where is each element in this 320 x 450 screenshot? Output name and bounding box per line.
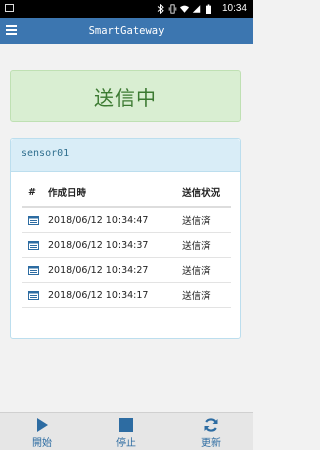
column-header-number: # [22,178,40,208]
wifi-icon [180,5,189,13]
stop-label: 停止 [116,438,136,449]
sensor-panel: sensor01 # 作成日時 送信状況 2018/06/12 10:34:47… [10,138,241,339]
app-title: SmartGateway [88,25,165,37]
list-icon[interactable] [28,215,39,225]
send-history-table: # 作成日時 送信状況 2018/06/12 10:34:47 送信済 2018… [22,178,231,308]
panel-header: sensor01 [11,139,240,172]
sending-status-banner: 送信中 [10,70,241,122]
start-label: 開始 [32,438,52,449]
status-bar: 10:34 [0,0,253,18]
stop-icon [119,418,133,432]
row-created: 2018/06/12 10:34:27 [40,257,175,283]
column-header-created: 作成日時 [40,178,175,208]
bottom-toolbar: 開始 停止 更新 [0,412,253,450]
row-created: 2018/06/12 10:34:37 [40,232,175,258]
vibrate-icon [168,4,177,14]
battery-icon [206,4,211,14]
list-icon[interactable] [28,240,39,250]
bluetooth-icon [157,4,164,14]
row-status: 送信済 [174,232,231,258]
start-button[interactable]: 開始 [22,417,62,449]
list-icon[interactable] [28,290,39,300]
row-status: 送信済 [174,257,231,283]
play-icon [37,418,48,432]
table-header-row: # 作成日時 送信状況 [22,178,231,208]
row-status: 送信済 [174,206,231,233]
row-status: 送信済 [174,282,231,308]
refresh-icon [204,418,218,432]
refresh-button[interactable]: 更新 [191,417,231,449]
stop-button[interactable]: 停止 [106,417,146,449]
table-row[interactable]: 2018/06/12 10:34:17 送信済 [22,282,231,308]
table-row[interactable]: 2018/06/12 10:34:37 送信済 [22,232,231,258]
panel-title: sensor01 [21,148,70,159]
row-created: 2018/06/12 10:34:47 [40,206,175,233]
row-created: 2018/06/12 10:34:17 [40,282,175,308]
table-row[interactable]: 2018/06/12 10:34:27 送信済 [22,257,231,283]
clock: 10:34 [221,3,247,14]
app-bar: SmartGateway [0,18,253,44]
signal-icon [192,5,201,13]
system-icons [156,2,213,16]
sending-status-text: 送信中 [94,85,157,110]
refresh-label: 更新 [201,438,221,449]
image-icon [5,4,14,12]
table-row[interactable]: 2018/06/12 10:34:47 送信済 [22,206,231,233]
column-header-status: 送信状況 [174,178,231,208]
list-icon[interactable] [28,265,39,275]
